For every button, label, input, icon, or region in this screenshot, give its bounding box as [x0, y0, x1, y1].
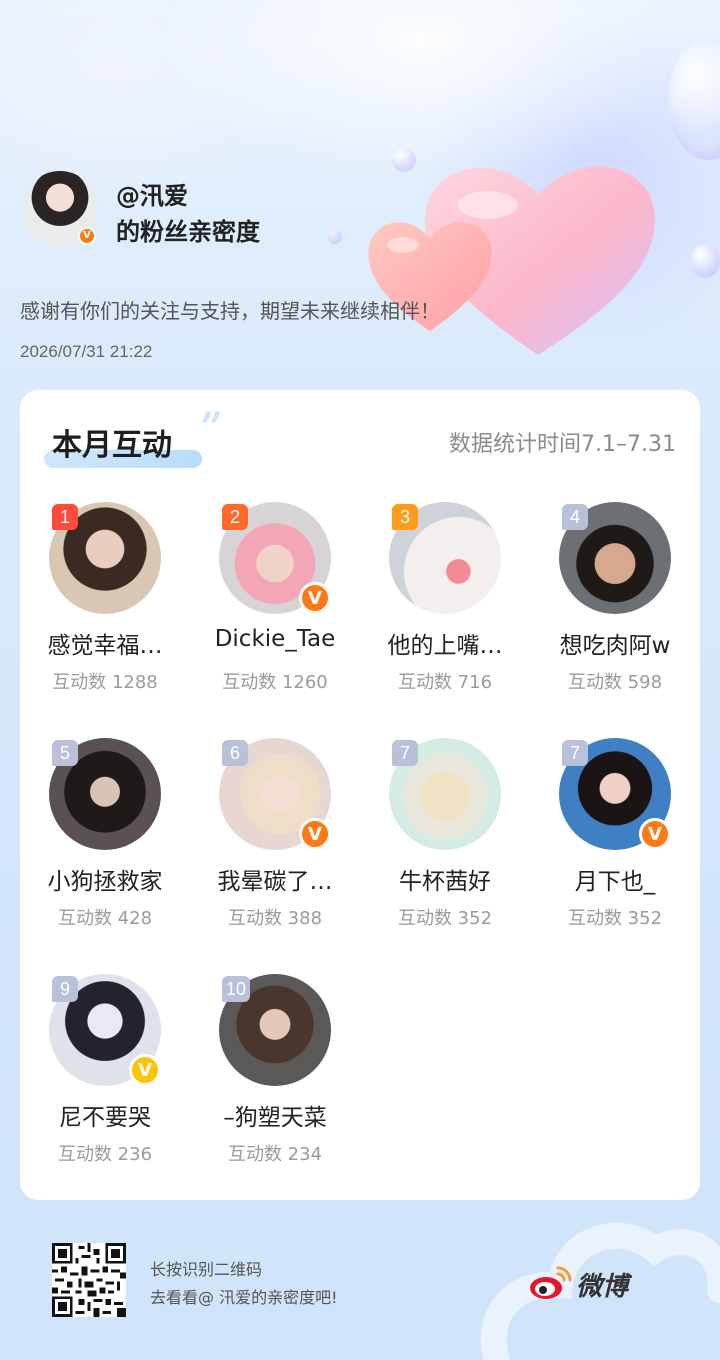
verified-badge-icon: V — [299, 582, 331, 614]
rank-badge: 7 — [392, 740, 418, 766]
stats-period: 数据统计时间7.1–7.31 — [449, 432, 676, 457]
interaction-count: 互动数 388 — [227, 908, 323, 929]
fan-name[interactable]: 牛杯茜好 — [360, 862, 530, 896]
fan-item[interactable]: 3 他的上嘴… 互动数 716 — [360, 502, 530, 702]
timestamp: 2026/07/31 21:22 — [20, 342, 153, 361]
weibo-logo-icon — [530, 1266, 572, 1299]
rank-badge: 5 — [52, 740, 78, 766]
fan-name[interactable]: –狗塑天菜 — [190, 1098, 360, 1132]
fan-name[interactable]: 他的上嘴… — [360, 626, 530, 660]
qr-hint-secondary: 去看看@ 汛爱的亲密度吧! — [150, 1288, 338, 1307]
blonde-girl-avatar[interactable]: 6V — [219, 738, 331, 850]
fan-item[interactable]: 4 想吃肉阿w 互动数 598 — [530, 502, 700, 702]
fan-item[interactable]: 7 V 月下也_ 互动数 352 — [530, 738, 700, 938]
fan-item[interactable]: 9 V 尼不要哭 互动数 236 — [20, 974, 190, 1174]
fan-name[interactable]: 想吃肉阿w — [530, 626, 700, 660]
dark-hair-avatar[interactable]: 5 — [49, 738, 161, 850]
fan-name[interactable]: 我晕碳了… — [190, 862, 360, 896]
fan-item[interactable]: 6 V 我晕碳了… 互动数 388 — [190, 738, 360, 938]
card-title: 本月互动 — [52, 428, 172, 463]
verified-badge-icon: V — [78, 227, 96, 245]
fan-name[interactable]: 小狗拯救家 — [20, 862, 190, 896]
interaction-count: 互动数 236 — [57, 1144, 153, 1165]
bubble-decoration — [690, 244, 720, 278]
weibo-brand-text: 微博 — [576, 1272, 629, 1302]
bubble-decoration — [392, 148, 416, 172]
bangs-girl-avatar[interactable]: 7V — [559, 738, 671, 850]
fan-item[interactable]: 1 感觉幸福… 互动数 1288 — [20, 502, 190, 702]
fan-name[interactable]: 尼不要哭 — [20, 1098, 190, 1132]
bubble-decoration — [328, 230, 342, 244]
interaction-count: 互动数 598 — [567, 672, 663, 693]
fan-name[interactable]: 月下也_ — [530, 862, 700, 896]
user-name[interactable]: @汛爱 — [116, 176, 188, 211]
interaction-count: 互动数 1288 — [52, 672, 158, 693]
interaction-count: 互动数 352 — [567, 908, 663, 929]
interaction-count: 互动数 428 — [57, 908, 153, 929]
interaction-count: 互动数 716 — [397, 672, 493, 693]
rank-badge: 10 — [222, 976, 251, 1002]
fan-item[interactable]: 10 –狗塑天菜互动数 234 — [190, 974, 360, 1174]
fan-name[interactable]: Dickie_Tae — [190, 626, 360, 652]
interaction-count: 互动数 234 — [227, 1144, 323, 1165]
interaction-count: 互动数 1260 — [222, 672, 328, 693]
rank-badge: 1 — [52, 504, 78, 530]
rank-badge: 4 — [562, 504, 588, 530]
rank-badge: 2 — [222, 504, 248, 530]
fan-item[interactable]: 2 V Dickie_Tae 互动数 1260 — [190, 502, 360, 702]
fan-item[interactable]: 5 小狗拯救家互动数 428 — [20, 738, 190, 938]
interaction-card: 本月互动 ” 数据统计时间7.1–7.31 1 感觉幸福… 互动数 1288 2 V Di… — [20, 390, 700, 1200]
brown-hair-avatar[interactable]: 10 — [219, 974, 331, 1086]
pink-hair-avatar[interactable]: 2V — [219, 502, 331, 614]
girl-longhair-avatar[interactable]: 1 — [49, 502, 161, 614]
thanks-message: 感谢有你们的关注与支持，期望未来继续相伴！ — [20, 299, 440, 323]
fan-item[interactable]: 7 牛杯茜好互动数 352 — [360, 738, 530, 938]
verified-badge-icon: V — [639, 818, 671, 850]
rank-badge: 7 — [562, 740, 588, 766]
piglet-avatar[interactable]: 3 — [389, 502, 501, 614]
rank-badge: 9 — [52, 976, 78, 1002]
card-title-group: 本月互动 — [44, 420, 202, 468]
verified-badge-icon: V — [129, 1054, 161, 1086]
fan-name[interactable]: 感觉幸福… — [20, 626, 190, 660]
page-subtitle: 的粉丝亲密度 — [116, 218, 260, 246]
quote-mark-icon: ” — [200, 404, 224, 451]
anime-cat-avatar[interactable]: 9V — [49, 974, 161, 1086]
rank-badge: 3 — [392, 504, 418, 530]
verified-badge-icon: V — [299, 818, 331, 850]
cartoon-avatar[interactable]: 7 — [389, 738, 501, 850]
child-avatar[interactable]: 4 — [559, 502, 671, 614]
qr-code-icon[interactable] — [52, 1243, 126, 1317]
rank-badge: 6 — [222, 740, 248, 766]
interaction-count: 互动数 352 — [397, 908, 493, 929]
user-avatar[interactable]: V — [22, 171, 98, 247]
qr-hint: 长按识别二维码 — [150, 1260, 263, 1279]
